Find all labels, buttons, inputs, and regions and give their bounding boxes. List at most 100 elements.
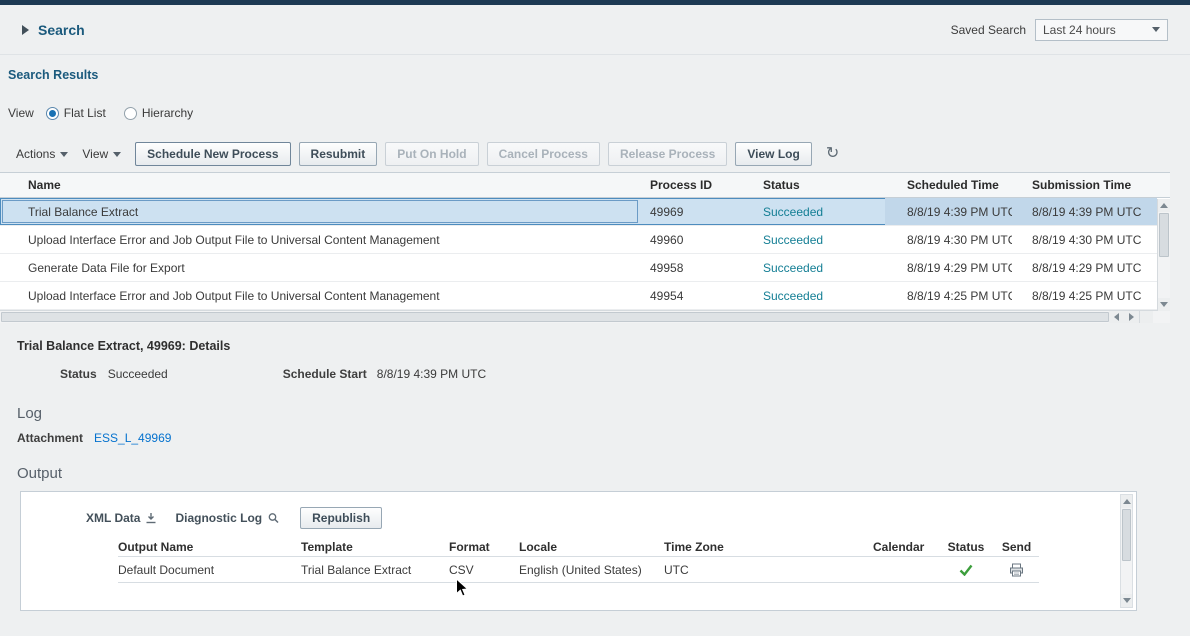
radio-flat-list-label: Flat List xyxy=(64,106,106,120)
schedule-start-value: 8/8/19 4:39 PM UTC xyxy=(377,367,486,381)
cell-name: Trial Balance Extract xyxy=(0,198,640,225)
saved-search-value: Last 24 hours xyxy=(1043,23,1116,37)
log-attachment-row: Attachment ESS_L_49969 xyxy=(17,431,1190,445)
status-link[interactable]: Succeeded xyxy=(763,261,823,275)
table-row[interactable]: Upload Interface Error and Job Output Fi… xyxy=(0,226,1157,254)
download-icon xyxy=(145,512,157,524)
cell-scheduled-time: 8/8/19 4:25 PM UTC xyxy=(885,282,1012,309)
republish-button[interactable]: Republish xyxy=(300,507,382,529)
cell-name: Upload Interface Error and Job Output Fi… xyxy=(0,226,640,253)
cell-process-id: 49958 xyxy=(640,254,745,281)
cell-submission-time: 8/8/19 4:30 PM UTC xyxy=(1012,226,1157,253)
send-print-icon[interactable] xyxy=(1009,563,1024,577)
refresh-icon[interactable]: ↻ xyxy=(826,146,839,162)
success-check-icon xyxy=(959,564,973,576)
column-header-format: Format xyxy=(449,537,519,556)
xml-data-label: XML Data xyxy=(86,511,140,525)
column-header-submission-time[interactable]: Submission Time xyxy=(1012,173,1157,197)
results-toolbar: Actions View Schedule New Process Resubm… xyxy=(0,142,1190,166)
cell-process-id: 49960 xyxy=(640,226,745,253)
schedule-start-label: Schedule Start xyxy=(283,367,367,381)
diagnostic-log-link[interactable]: Diagnostic Log xyxy=(175,511,280,525)
scroll-right-icon[interactable] xyxy=(1124,311,1139,323)
output-table: Output Name Template Format Locale Time … xyxy=(118,537,1039,583)
column-header-status[interactable]: Status xyxy=(745,173,885,197)
column-header-scheduled-time[interactable]: Scheduled Time xyxy=(885,173,1012,197)
actions-menu[interactable]: Actions xyxy=(16,147,68,161)
column-header-time-zone: Time Zone xyxy=(664,537,873,556)
column-header-status: Status xyxy=(938,537,994,556)
status-link[interactable]: Succeeded xyxy=(763,205,823,219)
scroll-down-icon[interactable] xyxy=(1121,594,1132,607)
horizontal-scrollbar[interactable] xyxy=(0,310,1170,323)
attachment-link[interactable]: ESS_L_49969 xyxy=(94,431,171,445)
chevron-down-icon xyxy=(113,152,121,157)
saved-search-select[interactable]: Last 24 hours xyxy=(1035,19,1168,41)
radio-flat-list[interactable]: Flat List xyxy=(46,106,106,120)
chevron-down-icon xyxy=(1152,27,1160,32)
expand-search-icon[interactable] xyxy=(22,25,29,35)
scrollbar-thumb[interactable] xyxy=(1122,509,1131,561)
table-row[interactable]: Generate Data File for Export 49958 Succ… xyxy=(0,254,1157,282)
cell-process-id: 49954 xyxy=(640,282,745,309)
status-link[interactable]: Succeeded xyxy=(763,289,823,303)
resubmit-button[interactable]: Resubmit xyxy=(299,142,378,166)
search-results-title: Search Results xyxy=(0,55,1190,82)
table-row[interactable]: Upload Interface Error and Job Output Fi… xyxy=(0,282,1157,310)
search-title: Search xyxy=(38,22,85,38)
view-log-button[interactable]: View Log xyxy=(735,142,811,166)
column-header-process-id[interactable]: Process ID xyxy=(640,173,745,197)
cell-name: Generate Data File for Export xyxy=(0,254,640,281)
output-section-title: Output xyxy=(17,465,1190,482)
scroll-down-icon[interactable] xyxy=(1158,298,1170,311)
column-header-send: Send xyxy=(994,537,1039,556)
cancel-process-button: Cancel Process xyxy=(487,142,600,166)
release-process-button: Release Process xyxy=(608,142,727,166)
output-panel: XML Data Diagnostic Log Republish Output… xyxy=(20,491,1137,611)
scroll-up-icon[interactable] xyxy=(1158,199,1170,212)
diagnostic-log-label: Diagnostic Log xyxy=(175,511,262,525)
cell-calendar xyxy=(873,557,938,582)
column-header-name[interactable]: Name xyxy=(0,173,640,197)
scrollbar-corner xyxy=(1139,311,1153,323)
saved-search-label: Saved Search xyxy=(951,23,1026,37)
diagnostic-log-icon xyxy=(267,512,280,525)
output-table-header: Output Name Template Format Locale Time … xyxy=(118,537,1039,557)
scrollbar-thumb[interactable] xyxy=(1,312,1109,322)
cell-time-zone: UTC xyxy=(664,557,873,582)
process-table: Name Process ID Status Scheduled Time Su… xyxy=(0,172,1170,323)
column-header-output-name: Output Name xyxy=(118,537,301,556)
cell-submission-time: 8/8/19 4:29 PM UTC xyxy=(1012,254,1157,281)
output-vertical-scrollbar[interactable] xyxy=(1120,494,1133,608)
details-section: Trial Balance Extract, 49969: Details St… xyxy=(0,323,1190,381)
xml-data-link[interactable]: XML Data xyxy=(86,511,157,525)
radio-selected-icon xyxy=(46,107,59,120)
vertical-scrollbar[interactable] xyxy=(1157,199,1170,311)
status-label: Status xyxy=(60,367,97,381)
table-row[interactable]: Trial Balance Extract 49969 Succeeded 8/… xyxy=(0,198,1157,226)
actions-menu-label: Actions xyxy=(16,147,55,161)
status-link[interactable]: Succeeded xyxy=(763,233,823,247)
put-on-hold-button: Put On Hold xyxy=(385,142,478,166)
cell-output-name: Default Document xyxy=(118,557,301,582)
scroll-left-icon[interactable] xyxy=(1109,311,1124,323)
process-table-header: Name Process ID Status Scheduled Time Su… xyxy=(0,172,1170,198)
view-menu[interactable]: View xyxy=(82,147,121,161)
log-section-title: Log xyxy=(17,405,1190,422)
column-header-template: Template xyxy=(301,537,449,556)
search-panel-header: Search Saved Search Last 24 hours xyxy=(0,5,1190,55)
cell-name: Upload Interface Error and Job Output Fi… xyxy=(0,282,640,309)
view-selector: View Flat List Hierarchy xyxy=(0,106,1190,120)
output-toolbar: XML Data Diagnostic Log Republish xyxy=(21,492,1136,529)
cell-scheduled-time: 8/8/19 4:39 PM UTC xyxy=(885,198,1012,225)
scroll-up-icon[interactable] xyxy=(1121,495,1132,508)
details-title: Trial Balance Extract, 49969: Details xyxy=(17,339,1190,353)
radio-hierarchy[interactable]: Hierarchy xyxy=(124,106,193,120)
scrollbar-thumb[interactable] xyxy=(1159,213,1169,257)
cell-scheduled-time: 8/8/19 4:30 PM UTC xyxy=(885,226,1012,253)
cell-format: CSV xyxy=(449,557,519,582)
cell-template: Trial Balance Extract xyxy=(301,557,449,582)
schedule-new-process-button[interactable]: Schedule New Process xyxy=(135,142,290,166)
output-table-row[interactable]: Default Document Trial Balance Extract C… xyxy=(118,557,1039,583)
column-header-locale: Locale xyxy=(519,537,664,556)
